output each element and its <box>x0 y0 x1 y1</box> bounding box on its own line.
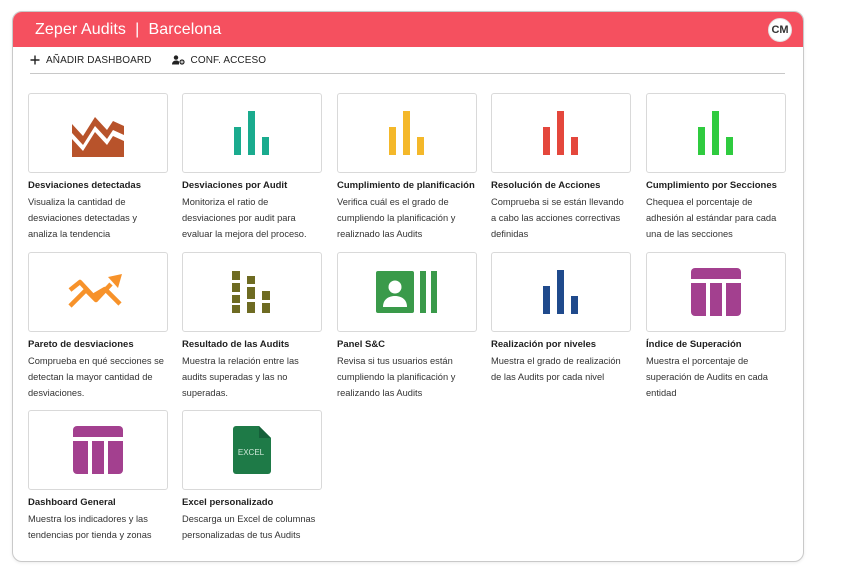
dashboard-card-title[interactable]: Cumplimiento por Secciones <box>646 180 786 192</box>
bar-chart-icon <box>698 111 734 155</box>
dashboard-card-description: Verifica cuál es el grado de cumpliendo … <box>337 197 456 240</box>
dashboard-card[interactable]: Pareto de desviaciones Comprueba en qué s… <box>28 252 168 402</box>
dashboard-card-title[interactable]: Dashboard General <box>28 497 168 509</box>
user-settings-icon <box>171 55 185 65</box>
excel-file-icon: EXCEL <box>233 426 271 474</box>
stacked-bar-icon <box>232 271 272 313</box>
dashboard-card-title[interactable]: Desviaciones por Audit <box>182 180 322 192</box>
dashboard-card-description: Muestra el porcentaje de superación de A… <box>646 356 768 399</box>
dashboard-card-thumbnail[interactable] <box>491 252 631 332</box>
dashboard-card-title[interactable]: Realización por niveles <box>491 339 631 351</box>
dashboard-card-title[interactable]: Panel S&C <box>337 339 477 351</box>
dashboard-card[interactable]: Realización por niveles Muestra el grado … <box>491 252 631 385</box>
dashboard-card-title[interactable]: Resultado de las Audits <box>182 339 322 351</box>
top-bar: Zeper Audits | Barcelona CM <box>13 12 803 47</box>
add-dashboard-label: AÑADIR DASHBOARD <box>46 54 152 66</box>
dashboard-card-thumbnail[interactable] <box>337 93 477 173</box>
plus-icon <box>30 55 40 65</box>
svg-text:EXCEL: EXCEL <box>238 448 265 457</box>
bar-chart-icon <box>543 111 579 155</box>
dashboard-card[interactable]: Panel S&C Revisa si tus usuarios están cu… <box>337 252 477 402</box>
table-icon <box>73 426 123 474</box>
access-config-label: CONF. ACCESO <box>190 54 267 66</box>
contact-panel-icon <box>376 271 438 313</box>
trend-chart-icon <box>68 272 128 312</box>
add-dashboard-button[interactable]: AÑADIR DASHBOARD <box>30 55 152 66</box>
dashboard-card[interactable]: Desviaciones por Audit Monitoriza el rati… <box>182 93 322 243</box>
dashboard-card-thumbnail[interactable] <box>182 252 322 332</box>
dashboard-card-description: Muestra el grado de realización de las A… <box>491 356 621 383</box>
dashboard-card-title[interactable]: Desviaciones detectadas <box>28 180 168 192</box>
dashboard-card[interactable]: Desviaciones detectadas Visualiza la cant… <box>28 93 168 243</box>
dashboard-card-description: Comprueba en qué secciones se detectan l… <box>28 356 164 399</box>
table-icon <box>691 268 741 316</box>
dashboard-card-thumbnail[interactable]: EXCEL <box>182 410 322 490</box>
dashboard-card-description: Chequea el porcentaje de adhesión al est… <box>646 197 777 240</box>
dashboard-card[interactable]: Índice de Superación Muestra el porcentaj… <box>646 252 786 402</box>
dashboard-card-description: Muestra la relación entre las audits sup… <box>182 356 299 399</box>
app-window: Zeper Audits | Barcelona CM AÑADIR DASHB… <box>12 11 804 562</box>
dashboard-card-description: Descarga un Excel de columnas personaliz… <box>182 514 316 541</box>
bar-chart-icon <box>234 111 270 155</box>
access-config-button[interactable]: CONF. ACCESO <box>171 54 267 66</box>
dashboard-card-description: Muestra los indicadores y las tendencias… <box>28 514 152 541</box>
dashboard-card-description: Comprueba si se están llevando a cabo la… <box>491 197 624 240</box>
dashboard-card-description: Visualiza la cantidad de desviaciones de… <box>28 197 138 240</box>
area-chart-icon <box>71 108 125 158</box>
dashboard-card[interactable]: Cumplimiento de planificación Verifica cu… <box>337 93 477 243</box>
dashboard-card[interactable]: Resolución de Acciones Comprueba si se es… <box>491 93 631 243</box>
dashboard-card-description: Revisa si tus usuarios están cumpliendo … <box>337 356 456 399</box>
dashboard-card-thumbnail[interactable] <box>28 93 168 173</box>
dashboard-card[interactable]: EXCEL Excel personalizado Descarga un Exc… <box>182 410 322 543</box>
dashboard-card-title[interactable]: Pareto de desviaciones <box>28 339 168 351</box>
bar-chart-icon <box>543 270 579 314</box>
dashboard-card-thumbnail[interactable] <box>182 93 322 173</box>
dashboard-card-thumbnail[interactable] <box>28 410 168 490</box>
toolbar: AÑADIR DASHBOARD CONF. ACCESO <box>30 47 785 74</box>
dashboard-card-thumbnail[interactable] <box>491 93 631 173</box>
user-avatar[interactable]: CM <box>768 17 792 42</box>
dashboard-card-thumbnail[interactable] <box>28 252 168 332</box>
dashboard-card-thumbnail[interactable] <box>646 93 786 173</box>
app-title: Zeper Audits | Barcelona <box>35 20 222 38</box>
dashboard-card[interactable]: Cumplimiento por Secciones Chequea el por… <box>646 93 786 243</box>
bar-chart-icon <box>389 111 425 155</box>
dashboard-card-description: Monitoriza el ratio de desviaciones por … <box>182 197 307 240</box>
dashboard-card[interactable]: Resultado de las Audits Muestra la relaci… <box>182 252 322 402</box>
dashboard-card-title[interactable]: Índice de Superación <box>646 339 786 351</box>
dashboard-card-title[interactable]: Cumplimiento de planificación <box>337 180 477 192</box>
dashboard-card-thumbnail[interactable] <box>337 252 477 332</box>
dashboard-card[interactable]: Dashboard General Muestra los indicadores… <box>28 410 168 543</box>
dashboard-card-title[interactable]: Excel personalizado <box>182 497 322 509</box>
dashboard-card-thumbnail[interactable] <box>646 252 786 332</box>
dashboard-card-title[interactable]: Resolución de Acciones <box>491 180 631 192</box>
